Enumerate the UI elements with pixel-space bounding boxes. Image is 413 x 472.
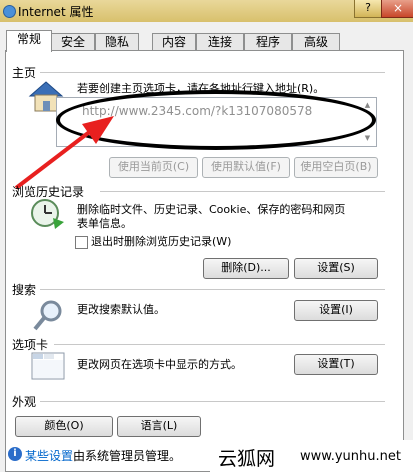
tab-content[interactable]: 内容 bbox=[152, 33, 196, 51]
appearance-header: 外观 bbox=[12, 395, 37, 409]
use-current-page-button[interactable]: 使用当前页(C) bbox=[109, 157, 198, 178]
divider bbox=[40, 72, 385, 73]
tabs-description: 更改网页在选项卡中显示的方式。 bbox=[77, 358, 242, 371]
colors-button[interactable]: 颜色(O) bbox=[15, 416, 113, 437]
tab-security[interactable]: 安全 bbox=[51, 33, 95, 51]
tabs-settings-button[interactable]: 设置(T) bbox=[294, 354, 378, 375]
scroll-down-icon[interactable]: ▼ bbox=[362, 133, 373, 143]
delete-history-button[interactable]: 删除(D)... bbox=[203, 258, 289, 279]
some-settings-link[interactable]: 某些设置 bbox=[25, 449, 73, 463]
languages-button[interactable]: 语言(L) bbox=[117, 416, 201, 437]
search-header: 搜索 bbox=[12, 283, 37, 297]
use-default-button[interactable]: 使用默认值(F) bbox=[202, 157, 290, 178]
tab-privacy[interactable]: 隐私 bbox=[95, 33, 139, 51]
divider bbox=[100, 191, 385, 192]
delete-on-exit-label: 退出时删除浏览历史记录(W) bbox=[91, 235, 232, 248]
tab-connections[interactable]: 连接 bbox=[196, 33, 244, 51]
tab-advanced[interactable]: 高级 bbox=[292, 33, 340, 51]
search-description: 更改搜索默认值。 bbox=[77, 303, 165, 316]
history-clock-icon bbox=[31, 199, 64, 229]
tab-general[interactable]: 常规 bbox=[6, 30, 52, 52]
history-description-line1: 删除临时文件、历史记录、Cookie、保存的密码和网页 bbox=[77, 203, 346, 216]
close-button[interactable]: × bbox=[381, 0, 413, 18]
tab-programs[interactable]: 程序 bbox=[244, 33, 292, 51]
tabs-window-icon bbox=[31, 352, 65, 380]
internet-explorer-icon bbox=[3, 5, 16, 18]
red-arrow-annotation bbox=[14, 116, 114, 190]
watermark-site-name: 云狐网 bbox=[218, 448, 276, 470]
info-icon: i bbox=[8, 447, 22, 461]
history-description-line2: 表单信息。 bbox=[77, 217, 132, 230]
magnifier-icon bbox=[33, 300, 62, 331]
use-blank-button[interactable]: 使用空白页(B) bbox=[294, 157, 378, 178]
home-page-header: 主页 bbox=[12, 66, 37, 80]
search-settings-button[interactable]: 设置(I) bbox=[294, 300, 378, 321]
divider bbox=[40, 289, 385, 290]
window-title: Internet 属性 bbox=[18, 5, 94, 19]
managed-by-admin-text: 由系统管理员管理。 bbox=[73, 449, 182, 463]
delete-on-exit-checkbox[interactable] bbox=[75, 236, 88, 249]
divider bbox=[40, 401, 385, 402]
managed-by-admin-notice: 某些设置由系统管理员管理。 bbox=[25, 447, 181, 464]
divider bbox=[54, 344, 385, 345]
history-settings-button[interactable]: 设置(S) bbox=[294, 258, 378, 279]
watermark-site-url: www.yunhu.net bbox=[300, 449, 401, 464]
help-button[interactable]: ? bbox=[354, 0, 382, 18]
